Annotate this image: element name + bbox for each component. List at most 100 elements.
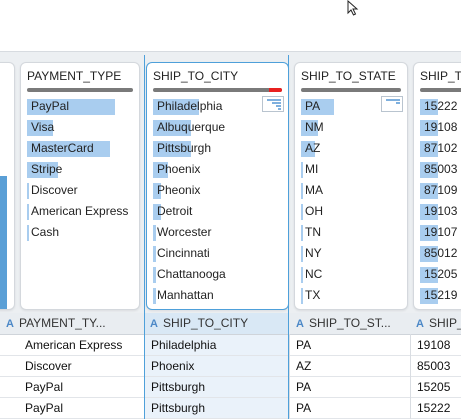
value-frequency-item[interactable]: Worcester [153,222,284,243]
table-cell[interactable]: AZ [290,356,410,376]
value-frequency-item[interactable]: MI [301,159,403,180]
table-cell[interactable]: PayPal [0,377,144,397]
value-label: Discover [31,183,78,197]
text-type-icon: A [296,318,304,330]
value-frequency-item[interactable]: Pheonix [153,180,284,201]
value-label: 85003 [424,162,458,176]
table-cell[interactable]: Philadelphia [145,335,288,355]
value-frequency-item[interactable]: NY [301,243,403,264]
completeness-bar [153,88,282,92]
value-frequency-item[interactable]: PayPal [27,96,135,117]
table-row[interactable]: Discover Phoenix AZ 85003 [0,356,461,377]
value-frequency-item[interactable]: 19107 [420,222,461,243]
value-label: American Express [31,204,129,218]
table-cell[interactable]: 19108 [411,335,461,355]
table-row[interactable]: American Express Philadelphia PA 19108 [0,335,461,356]
histogram-bar [0,176,7,309]
value-label: 87102 [424,141,458,155]
value-frequency-item[interactable]: NC [301,264,403,285]
value-frequency-item[interactable]: 15222 [420,96,461,117]
value-label: NC [305,267,323,281]
value-label: 15222 [424,99,458,113]
table-cell[interactable]: Pittsburgh [145,398,288,418]
profile-card-ship-to-city[interactable]: SHIP_TO_CITY Philadelphia Albuquerque Pitt… [146,62,289,310]
value-frequency-item[interactable]: 85003 [420,159,461,180]
value-frequency-item[interactable]: Stripe [27,159,135,180]
value-frequency-item[interactable]: American Express [27,201,135,222]
completeness-bar [420,88,461,92]
value-label: Pittsburgh [157,141,212,155]
value-frequency-item[interactable]: 19103 [420,201,461,222]
column-profile-panel: 20 PAYMENT_TYPE PayPal Visa MasterCard Stri… [0,51,461,314]
value-frequency-item[interactable]: 15219 [420,285,461,306]
value-frequency-item[interactable]: OH [301,201,403,222]
value-frequency-item[interactable]: MA [301,180,403,201]
table-cell[interactable]: 15222 [411,398,461,418]
table-cell[interactable]: PA [290,377,410,397]
card-title: SHIP_TO_CITY [153,69,239,83]
column-header-payment-type[interactable]: A PAYMENT_TY... [0,313,144,334]
value-frequency-item[interactable]: Chattanooga [153,264,284,285]
value-frequency-item[interactable]: 19108 [420,117,461,138]
value-label: 19103 [424,204,458,218]
table-header-row: A PAYMENT_TY... A SHIP_TO_CITY A SHIP_TO_ST… [0,313,461,335]
value-label: MA [305,183,323,197]
value-frequency-item[interactable]: 87109 [420,180,461,201]
value-frequency-item[interactable]: TN [301,222,403,243]
table-cell[interactable]: Discover [0,356,144,376]
value-label: Phoenix [157,162,201,176]
missing-values-indicator [269,88,282,92]
value-frequency-item[interactable]: PA [301,96,403,117]
profile-card-ship-to-zip[interactable]: SHIP_T 15222 19108 87102 85003 87109 19103 191… [413,62,461,310]
value-label: NY [305,246,322,260]
profile-card-partial-left[interactable]: 20 [0,62,15,310]
value-frequency-item[interactable]: Cincinnati [153,243,284,264]
value-frequency-item[interactable]: 87102 [420,138,461,159]
value-label: Pheonix [157,183,201,197]
column-header-ship-to-city[interactable]: A SHIP_TO_CITY [145,313,288,334]
value-frequency-item[interactable]: Detroit [153,201,284,222]
table-cell[interactable]: Phoenix [145,356,288,376]
table-row[interactable]: PayPal Pittsburgh PA 15205 [0,377,461,398]
value-frequency-item[interactable]: Philadelphia [153,96,284,117]
table-cell[interactable]: 15205 [411,377,461,397]
table-cell[interactable]: PA [290,335,410,355]
value-label: TX [305,288,321,302]
value-label: OH [305,204,323,218]
value-frequency-item[interactable]: 15205 [420,264,461,285]
value-label: 19108 [424,120,458,134]
value-label: MasterCard [31,141,94,155]
value-frequency-item[interactable]: MasterCard [27,138,135,159]
value-label: AZ [305,141,321,155]
column-header-ship-to-state[interactable]: A SHIP_TO_ST... [290,313,410,334]
text-type-icon: A [150,318,158,330]
value-frequency-item[interactable]: Cash [27,222,135,243]
value-frequency-item[interactable]: TX [301,285,403,306]
table-cell[interactable]: Pittsburgh [145,377,288,397]
value-frequency-item[interactable]: Discover [27,180,135,201]
table-cell[interactable]: PA [290,398,410,418]
value-label: Chattanooga [157,267,226,281]
value-frequency-item[interactable]: Albuquerque [153,117,284,138]
value-frequency-item[interactable]: 85012 [420,243,461,264]
profile-card-payment-type[interactable]: PAYMENT_TYPE PayPal Visa MasterCard Stripe D… [20,62,140,310]
column-header-ship-to-zip[interactable]: A SHIP_ [410,313,461,334]
value-frequency-item[interactable]: Pittsburgh [153,138,284,159]
table-row[interactable]: PayPal Pittsburgh PA 15222 [0,398,461,419]
value-frequency-item[interactable]: NM [301,117,403,138]
table-cell[interactable]: 85003 [411,356,461,376]
table-cell[interactable]: PayPal [0,398,144,418]
value-label: Visa [31,120,55,134]
completeness-bar [27,88,133,92]
value-frequency-item[interactable]: AZ [301,138,403,159]
value-label: Philadelphia [157,99,223,113]
value-label: Detroit [157,204,193,218]
text-type-icon: A [6,318,14,330]
value-frequency-item[interactable]: Phoenix [153,159,284,180]
profile-card-ship-to-state[interactable]: SHIP_TO_STATE PA NM AZ MI MA OH TN NY NC TX [294,62,408,310]
value-label: Cash [31,225,60,239]
value-label: 15205 [424,267,458,281]
table-cell[interactable]: American Express [0,335,144,355]
value-frequency-item[interactable]: Manhattan [153,285,284,306]
value-frequency-item[interactable]: Visa [27,117,135,138]
